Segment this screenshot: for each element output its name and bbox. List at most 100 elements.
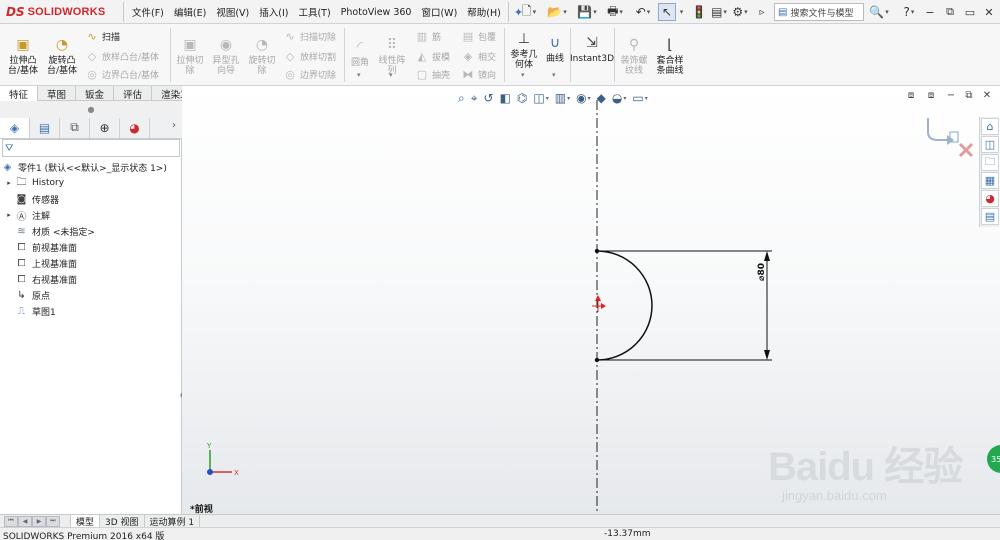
boundary-boss-button[interactable]: ◎ 边界凸台/基体 (84, 66, 159, 82)
intersect-button[interactable]: ◈ 相交 (460, 48, 496, 64)
tree-item-annotations[interactable]: ▸ Ⓐ 注解 (0, 207, 182, 223)
view-palette-tab[interactable]: ▦ (981, 172, 999, 189)
wrap-button[interactable]: ▤ 包覆 (460, 28, 496, 44)
menu-file[interactable]: 文件(F) (127, 5, 169, 19)
select-caret[interactable]: ▾ (677, 3, 685, 21)
tree-item-front-plane[interactable]: ⧠ 前视基准面 (0, 239, 182, 255)
tree-item-top-plane[interactable]: ⧠ 上视基准面 (0, 255, 182, 271)
expand-toolbar-button[interactable]: ▹ (755, 3, 769, 21)
menu-insert[interactable]: 插入(I) (254, 5, 293, 19)
menu-window[interactable]: 窗口(W) (416, 5, 462, 19)
open-button[interactable]: 📂 ▾ (544, 3, 570, 21)
file-properties-button[interactable]: ▤ ▾ (708, 3, 730, 21)
close-button[interactable]: ✕ (981, 4, 997, 20)
new-document-button[interactable]: 🗋 ▾ (516, 3, 542, 21)
menu-help[interactable]: 帮助(H) (462, 5, 506, 19)
tab-sheet-metal[interactable]: 钣金 (76, 86, 115, 101)
extrude-cut-button[interactable]: ▣ 拉伸切 除 (173, 36, 207, 76)
loft-boss-button[interactable]: ◇ 放样凸台/基体 (84, 48, 159, 64)
cosmetic-thread-button[interactable]: ⚲ 装饰螺 纹线 (617, 36, 651, 76)
sketch-arc[interactable] (596, 250, 653, 361)
menu-photoview[interactable]: PhotoView 360 (336, 7, 417, 18)
featuremanager-tab[interactable]: ◈ (0, 117, 30, 138)
tree-item-right-plane[interactable]: ⧠ 右视基准面 (0, 271, 182, 287)
exit-sketch-icon[interactable] (927, 118, 959, 145)
menu-tools[interactable]: 工具(T) (293, 5, 335, 19)
tab-features[interactable]: 特征 (0, 86, 39, 101)
next-tab-button[interactable]: ▶ (32, 515, 46, 527)
reference-geometry-caret[interactable]: ▾ (521, 71, 525, 79)
tree-root-part[interactable]: ◈ 零件1 (默认<<默认>_显示状态 1>) (0, 159, 182, 175)
tree-item-sketch1[interactable]: ⎍ 草图1 (0, 303, 182, 319)
first-tab-button[interactable]: ⏮ (4, 515, 18, 527)
solidworks-resources-tab[interactable]: ⌂ (981, 118, 999, 135)
reference-geometry-button[interactable]: ⊥ 参考几 何体 (507, 30, 541, 70)
search-input[interactable]: ▤ 搜索文件与模型 (774, 3, 864, 21)
mirror-button[interactable]: ⧓ 镜向 (460, 66, 497, 82)
draft-button[interactable]: ◭ 拔模 (414, 48, 450, 64)
tab-sketch[interactable]: 草图 (38, 86, 77, 101)
fillet-caret[interactable]: ▾ (357, 71, 361, 79)
tree-item-sensors[interactable]: ◙ 传感器 (0, 191, 182, 207)
expand-arrow-icon[interactable]: ▸ (4, 211, 14, 219)
rebuild-button[interactable]: 🚦 (690, 3, 708, 21)
configurationmanager-tab[interactable]: ⧉ (60, 117, 90, 138)
curves-caret[interactable]: ▾ (552, 71, 556, 79)
menu-edit[interactable]: 编辑(E) (169, 5, 211, 19)
sketch-origin-icon[interactable] (592, 295, 606, 312)
tree-filter-input[interactable]: ⛛ (2, 139, 180, 157)
sketch-endpoint-top[interactable] (594, 248, 600, 254)
custom-properties-tab[interactable]: ▤ (981, 208, 999, 225)
previous-tab-button[interactable]: ◀ (18, 515, 32, 527)
display-manager-tab[interactable]: ◕ (120, 117, 150, 138)
search-button[interactable]: 🔍 ▾ (866, 3, 892, 21)
tab-3d-view[interactable]: 3D 视图 (100, 514, 145, 528)
last-tab-button[interactable]: ⏭ (46, 515, 60, 527)
linear-pattern-caret[interactable]: ▾ (389, 71, 393, 79)
curves-button[interactable]: ∪ 曲线 (541, 34, 569, 64)
help-button[interactable]: ? ▾ (898, 3, 920, 21)
dimension-value[interactable]: ⌀80 (757, 263, 767, 281)
propertymanager-tab[interactable]: ▤ (30, 117, 60, 138)
revolve-boss-button[interactable]: ◔ 旋转凸 台/基体 (43, 36, 81, 76)
menu-view[interactable]: 视图(V) (211, 5, 254, 19)
dimension-value-wrapper[interactable]: ⌀80 (756, 260, 776, 286)
tab-motion-study[interactable]: 运动算例 1 (145, 514, 201, 528)
swept-cut-button[interactable]: ∿ 扫描切除 (282, 28, 336, 44)
boundary-cut-button[interactable]: ◎ 边界切除 (282, 66, 336, 82)
shell-button[interactable]: ▢ 抽壳 (414, 66, 450, 82)
appearances-tab[interactable]: ◕ (981, 190, 999, 207)
tree-item-history[interactable]: ▸ 🗀 History (0, 175, 182, 191)
options-button[interactable]: ⚙ ▾ (728, 3, 752, 21)
sweep-button[interactable]: ∿ 扫描 (84, 28, 120, 44)
solidworks-logo[interactable]: DS SOLIDWORKS (6, 4, 105, 20)
cancel-sketch-icon[interactable] (958, 142, 974, 158)
rib-button[interactable]: ▥ 筋 (414, 28, 441, 44)
tree-item-material[interactable]: ≋ 材质 <未指定> (0, 223, 182, 239)
print-button[interactable]: 🖶 ▾ (602, 3, 628, 21)
minimize-button[interactable]: − (922, 4, 938, 20)
select-button[interactable]: ↖ (658, 3, 676, 21)
sketch-endpoint-bottom[interactable] (594, 357, 600, 363)
pane-grip[interactable]: ● (0, 101, 182, 117)
restore-button[interactable]: ⧉ (942, 4, 958, 20)
more-tabs-button[interactable]: › (172, 120, 176, 131)
revolve-cut-button[interactable]: ◔ 旋转切 除 (244, 36, 280, 76)
extrude-boss-button[interactable]: ▣ 拉伸凸 台/基体 (5, 36, 41, 76)
undo-button[interactable]: ↶ ▾ (630, 3, 656, 21)
design-library-tab[interactable]: ◫ (981, 136, 999, 153)
dimxpert-tab[interactable]: ⊕ (90, 117, 120, 138)
tree-item-origin[interactable]: ↳ 原点 (0, 287, 182, 303)
tab-evaluate[interactable]: 评估 (114, 86, 153, 101)
tab-model[interactable]: 模型 (70, 514, 101, 528)
expand-arrow-icon[interactable]: ▸ (4, 179, 14, 187)
linear-pattern-button[interactable]: ⠿ 线性阵 列 (374, 36, 410, 76)
restore-down-button[interactable]: ▭ (962, 4, 978, 20)
save-button[interactable]: 💾 ▾ (574, 3, 600, 21)
lofted-cut-button[interactable]: ◇ 放样切割 (282, 48, 336, 64)
instant3d-button[interactable]: ⇲ Instant3D (570, 34, 614, 64)
hole-wizard-button[interactable]: ◉ 异型孔 向导 (208, 36, 244, 76)
file-explorer-tab[interactable]: 🗀 (981, 154, 999, 171)
fit-spline-button[interactable]: ⌊ 套合样 条曲线 (652, 36, 688, 76)
fillet-button[interactable]: ◜ 圆角 (347, 38, 373, 68)
